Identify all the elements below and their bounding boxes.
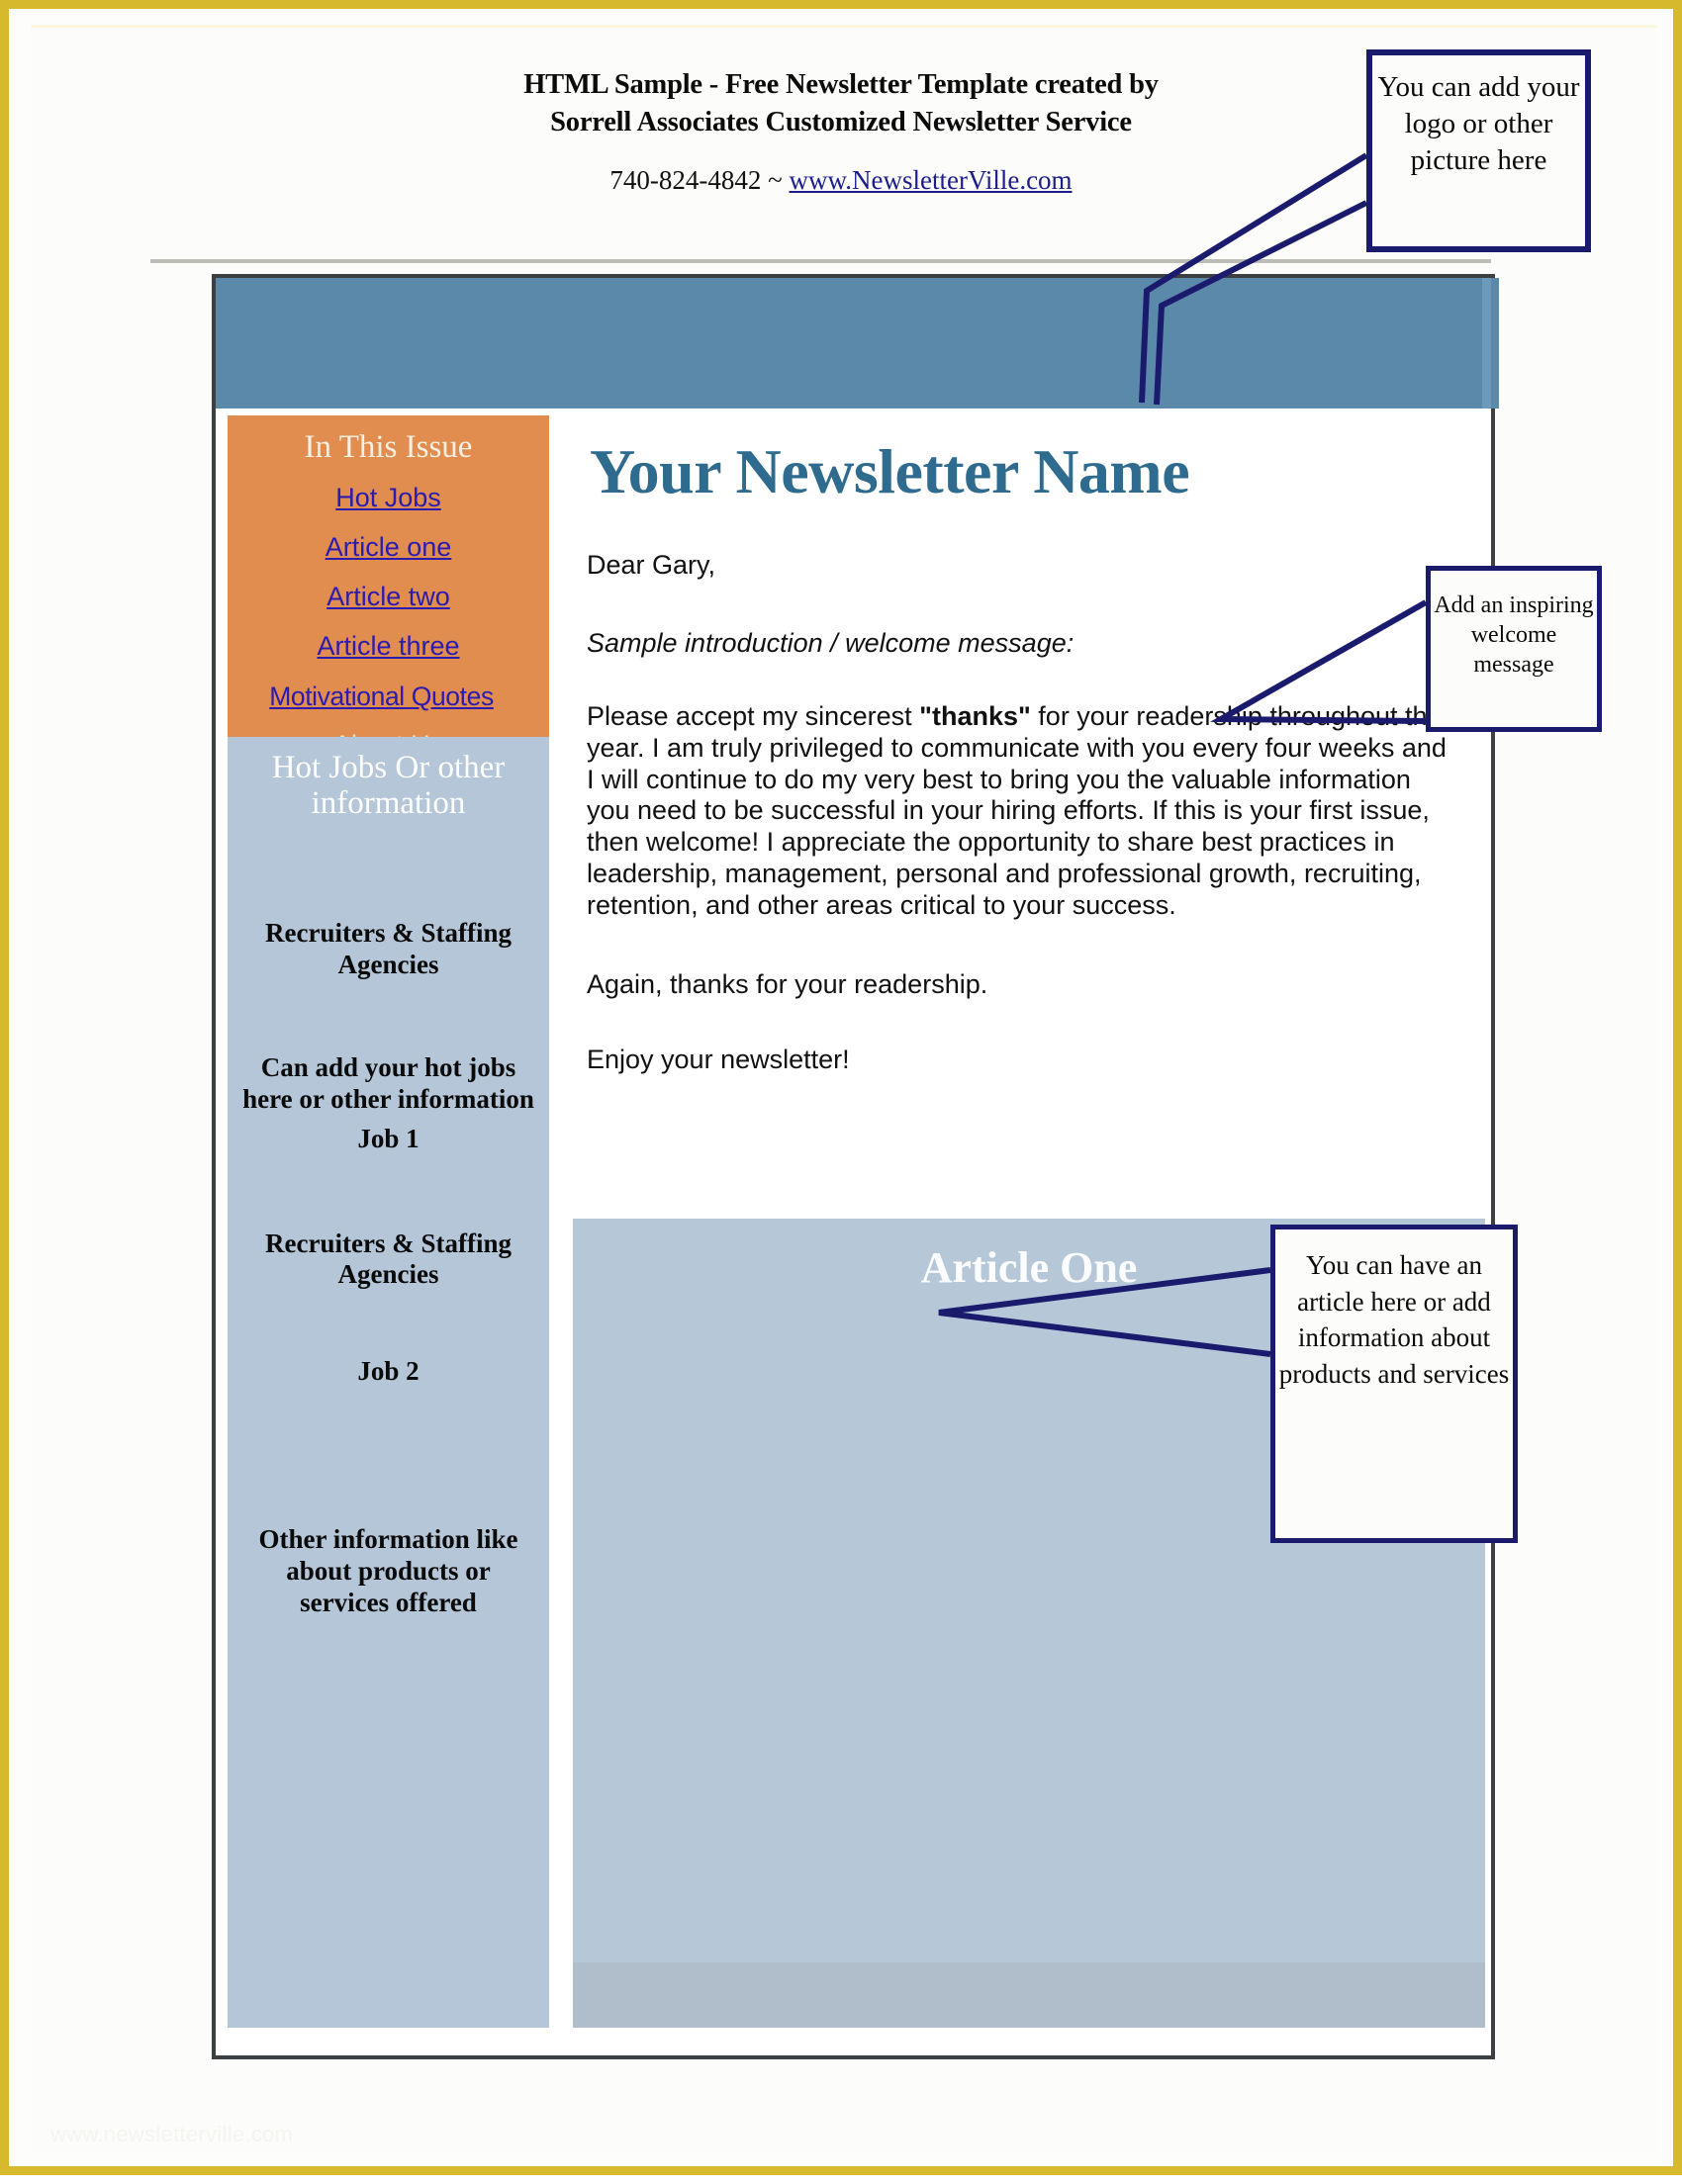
sidebar-hot-jobs: Hot Jobs Or other information Recruiters… (228, 737, 549, 2028)
sidebar-item-article-two[interactable]: Article two (228, 583, 549, 611)
closing-line-1: Again, thanks for your readership. (587, 968, 988, 999)
sidebar: In This Issue Hot Jobs Article one Artic… (228, 415, 549, 2028)
sidebar-block-job-1: Job 1 (357, 1123, 420, 1153)
subject-line: Sample introduction / welcome message: (587, 627, 1075, 658)
sidebar-hot-jobs-heading: Hot Jobs Or other information (271, 750, 506, 821)
masthead-phone: 740-824-4842 ~ (609, 164, 790, 195)
newsletter-title: Your Newsletter Name (590, 436, 1190, 506)
sidebar-item-article-one[interactable]: Article one (228, 532, 549, 562)
article-panel-footer-band (573, 1962, 1485, 2028)
sidebar-issue-nav: In This Issue Hot Jobs Article one Artic… (228, 415, 549, 760)
masthead-divider (150, 259, 1491, 263)
newsletter-frame: In This Issue Hot Jobs Article one Artic… (212, 274, 1499, 2059)
closing-line-2: Enjoy your newsletter! (587, 1045, 850, 1075)
header-banner (216, 278, 1499, 409)
sidebar-block-other-information: Other information like about products or… (258, 1524, 518, 1617)
sidebar-item-motivational-quotes[interactable]: Motivational Quotes (214, 682, 549, 711)
welcome-paragraph: Please accept my sincerest "thanks" for … (587, 701, 1457, 922)
callout-article-content: You can have an article here or add info… (1270, 1225, 1518, 1543)
header-banner-edge (1482, 278, 1491, 409)
page-frame: HTML Sample - Free Newsletter Template c… (0, 0, 1682, 2175)
greeting-line: Dear Gary, (587, 550, 716, 581)
paragraph-emphasis: "thanks" (919, 700, 1031, 731)
sidebar-block-job-2: Job 2 (357, 1356, 420, 1387)
sidebar-block-add-hot-jobs: Can add your hot jobs here or other info… (242, 1051, 534, 1114)
footer-watermark: www.newsletterville.com (50, 2122, 294, 2146)
sidebar-issue-heading: In This Issue (304, 429, 473, 465)
callout-add-logo: You can add your logo or other picture h… (1366, 49, 1591, 252)
sidebar-block-recruiters-2: Recruiters & Staffing Agencies (265, 1228, 512, 1290)
masthead-website-link[interactable]: www.NewsletterVille.com (790, 165, 1073, 195)
sidebar-item-hot-jobs[interactable]: Hot Jobs (228, 483, 549, 512)
paragraph-part-2: for your readership throughout the year.… (587, 700, 1447, 921)
main-content: Your Newsletter Name Dear Gary, Sample i… (570, 415, 1485, 2028)
paragraph-part-1: Please accept my sincerest (587, 700, 920, 731)
callout-welcome-message: Add an inspiring welcome message (1426, 566, 1602, 732)
sidebar-block-recruiters-1: Recruiters & Staffing Agencies (265, 918, 512, 980)
sidebar-item-article-three[interactable]: Article three (228, 632, 549, 661)
